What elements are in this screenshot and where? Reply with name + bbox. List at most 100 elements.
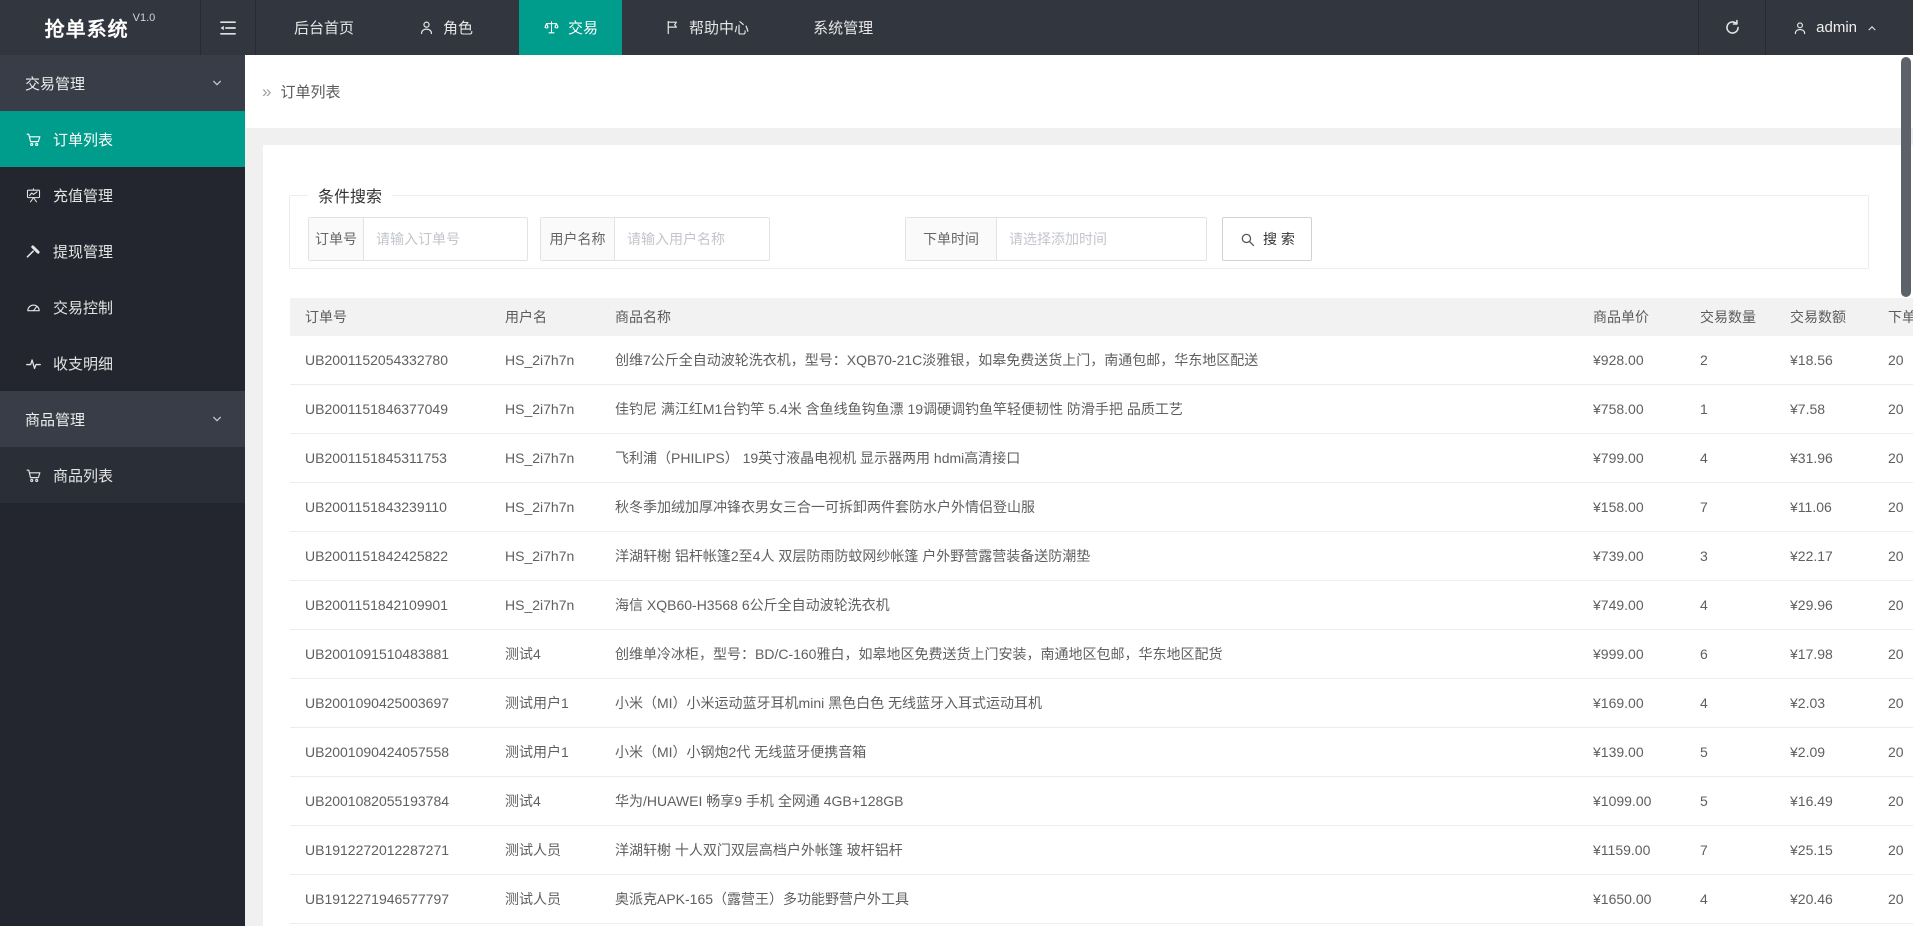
table-cell: UB1912272012287271 xyxy=(290,825,490,875)
column-header: 商品名称 xyxy=(600,298,1578,336)
table-cell: UB2001082055193784 xyxy=(290,776,490,826)
table-cell: UB2001151845311753 xyxy=(290,433,490,483)
table-row: UB2001152054332780 HS_2i7h7n 创维7公斤全自动波轮洗衣机… xyxy=(290,336,1913,385)
sidebar-item[interactable]: 交易控制 xyxy=(0,279,245,335)
table-cell: ¥1099.00 xyxy=(1578,776,1685,826)
sidebar-item-label: 提现管理 xyxy=(53,243,114,261)
gauge-icon xyxy=(25,299,42,316)
cart-icon xyxy=(25,467,42,484)
table-cell: 测试人员 xyxy=(490,874,600,924)
search-input[interactable] xyxy=(997,218,1206,260)
table-cell: ¥758.00 xyxy=(1578,384,1685,434)
nav-item-label: 系统管理 xyxy=(813,20,874,37)
table-row: UB2001151843239110 HS_2i7h7n 秋冬季加绒加厚冲锋衣男女三… xyxy=(290,482,1913,532)
column-header: 下单时间 xyxy=(1873,298,1913,336)
table-cell: 小米（MI）小钢炮2代 无线蓝牙便携音箱 xyxy=(600,727,1578,777)
sidebar-group-label: 交易管理 xyxy=(25,75,86,93)
sidebar-item[interactable]: 提现管理 xyxy=(0,223,245,279)
nav-item-label: 角色 xyxy=(443,20,474,37)
table-cell: 20 xyxy=(1873,825,1913,875)
column-header: 交易数量 xyxy=(1685,298,1775,336)
table-row: UB1912272012287271 测试人员 洋湖轩榭 十人双门双层高档户外帐篷 … xyxy=(290,825,1913,875)
table-cell: ¥29.96 xyxy=(1775,580,1873,630)
table-cell: ¥928.00 xyxy=(1578,336,1685,385)
table-cell: UB1912271946577797 xyxy=(290,874,490,924)
column-header: 用户名 xyxy=(490,298,600,336)
table-cell: 20 xyxy=(1873,433,1913,483)
nav-item[interactable]: 系统管理 xyxy=(789,0,897,55)
table-cell: ¥2.09 xyxy=(1775,727,1873,777)
table-cell: ¥1650.00 xyxy=(1578,874,1685,924)
table-cell: ¥749.00 xyxy=(1578,580,1685,630)
sidebar-item[interactable]: 商品列表 xyxy=(0,447,245,503)
refresh-button[interactable] xyxy=(1698,0,1767,55)
table-cell: ¥7.58 xyxy=(1775,384,1873,434)
table-cell: 测试4 xyxy=(490,776,600,826)
table-cell: ¥11.06 xyxy=(1775,482,1873,532)
sidebar: 交易管理订单列表充值管理提现管理交易控制收支明细商品管理商品列表 xyxy=(0,55,245,926)
search-field-label: 下单时间 xyxy=(906,218,997,260)
nav-item[interactable]: 帮助中心 xyxy=(640,0,773,55)
breadcrumb-current: 订单列表 xyxy=(280,84,341,101)
table-cell: ¥739.00 xyxy=(1578,531,1685,581)
table-cell: 4 xyxy=(1685,678,1775,728)
table-cell: 佳钓尼 满江红M1台钓竿 5.4米 含鱼线鱼钩鱼漂 19调硬调钓鱼竿轻便韧性 防… xyxy=(600,384,1578,434)
table-cell: 3 xyxy=(1685,531,1775,581)
table-cell: HS_2i7h7n xyxy=(490,580,600,630)
gavel-icon xyxy=(25,243,42,260)
caret-down-icon xyxy=(209,75,225,91)
table-row: UB1912271946577797 测试人员 奥派克APK-165（露营王）多功能… xyxy=(290,874,1913,924)
sidebar-item[interactable]: 订单列表 xyxy=(0,111,245,167)
table-cell: 20 xyxy=(1873,384,1913,434)
table-cell: UB2001151842109901 xyxy=(290,580,490,630)
table-cell: 测试用户1 xyxy=(490,727,600,777)
table-cell: 4 xyxy=(1685,433,1775,483)
table-cell: ¥25.15 xyxy=(1775,825,1873,875)
content-card: 条件搜索 订单号用户名称下单时间搜 索 订单号用户名商品名称商品单价交易数量交易… xyxy=(263,145,1913,926)
table-cell: ¥16.49 xyxy=(1775,776,1873,826)
chart-board-icon xyxy=(25,187,42,204)
nav-menu: 后台首页 角色 交易 帮助中心 系统管理 xyxy=(262,0,905,55)
orders-table: 订单号用户名商品名称商品单价交易数量交易数额下单时间 UB20011520543… xyxy=(290,298,1913,924)
column-header: 交易数额 xyxy=(1775,298,1873,336)
table-cell: 海信 XQB60-H3568 6公斤全自动波轮洗衣机 xyxy=(600,580,1578,630)
user-icon xyxy=(418,19,435,36)
vertical-scrollbar-thumb[interactable] xyxy=(1901,57,1911,297)
table-cell: ¥17.98 xyxy=(1775,629,1873,679)
nav-item[interactable]: 角色 xyxy=(394,0,497,55)
sidebar-item[interactable]: 充值管理 xyxy=(0,167,245,223)
table-cell: 5 xyxy=(1685,776,1775,826)
table-cell: 测试用户1 xyxy=(490,678,600,728)
search-field-label: 订单号 xyxy=(309,218,364,260)
nav-item[interactable]: 交易 xyxy=(519,0,623,55)
search-panel-title: 条件搜索 xyxy=(318,189,383,206)
search-input[interactable] xyxy=(364,218,527,260)
sidebar-item-label: 订单列表 xyxy=(53,131,114,149)
search-input[interactable] xyxy=(615,218,769,260)
sidebar-item-label: 收支明细 xyxy=(53,355,114,373)
search-icon xyxy=(1239,231,1256,248)
user-menu[interactable]: admin xyxy=(1766,0,1913,55)
nav-item[interactable]: 后台首页 xyxy=(270,0,378,55)
breadcrumb-separator-icon: » xyxy=(262,81,272,101)
nav-item-label: 交易 xyxy=(568,20,599,37)
table-cell: 6 xyxy=(1685,629,1775,679)
table-cell: 7 xyxy=(1685,825,1775,875)
table-cell: 20 xyxy=(1873,336,1913,385)
table-cell: 4 xyxy=(1685,874,1775,924)
sidebar-item[interactable]: 收支明细 xyxy=(0,335,245,391)
sidebar-item-label: 商品列表 xyxy=(53,467,114,485)
search-field-group: 用户名称 xyxy=(540,217,770,261)
sidebar-group-header[interactable]: 交易管理 xyxy=(0,55,245,111)
sidebar-item-label: 充值管理 xyxy=(53,187,114,205)
search-button[interactable]: 搜 索 xyxy=(1222,217,1312,261)
sidebar-fold-button[interactable] xyxy=(200,0,256,55)
sidebar-group-header[interactable]: 商品管理 xyxy=(0,391,245,447)
search-field-label: 用户名称 xyxy=(541,218,615,260)
table-cell: 秋冬季加绒加厚冲锋衣男女三合一可拆卸两件套防水户外情侣登山服 xyxy=(600,482,1578,532)
table-cell: HS_2i7h7n xyxy=(490,336,600,385)
search-button-label: 搜 索 xyxy=(1263,231,1295,247)
table-row: UB2001090424057558 测试用户1 小米（MI）小钢炮2代 无线蓝牙便… xyxy=(290,727,1913,777)
table-cell: ¥158.00 xyxy=(1578,482,1685,532)
table-body: UB2001152054332780 HS_2i7h7n 创维7公斤全自动波轮洗衣机… xyxy=(290,336,1913,924)
